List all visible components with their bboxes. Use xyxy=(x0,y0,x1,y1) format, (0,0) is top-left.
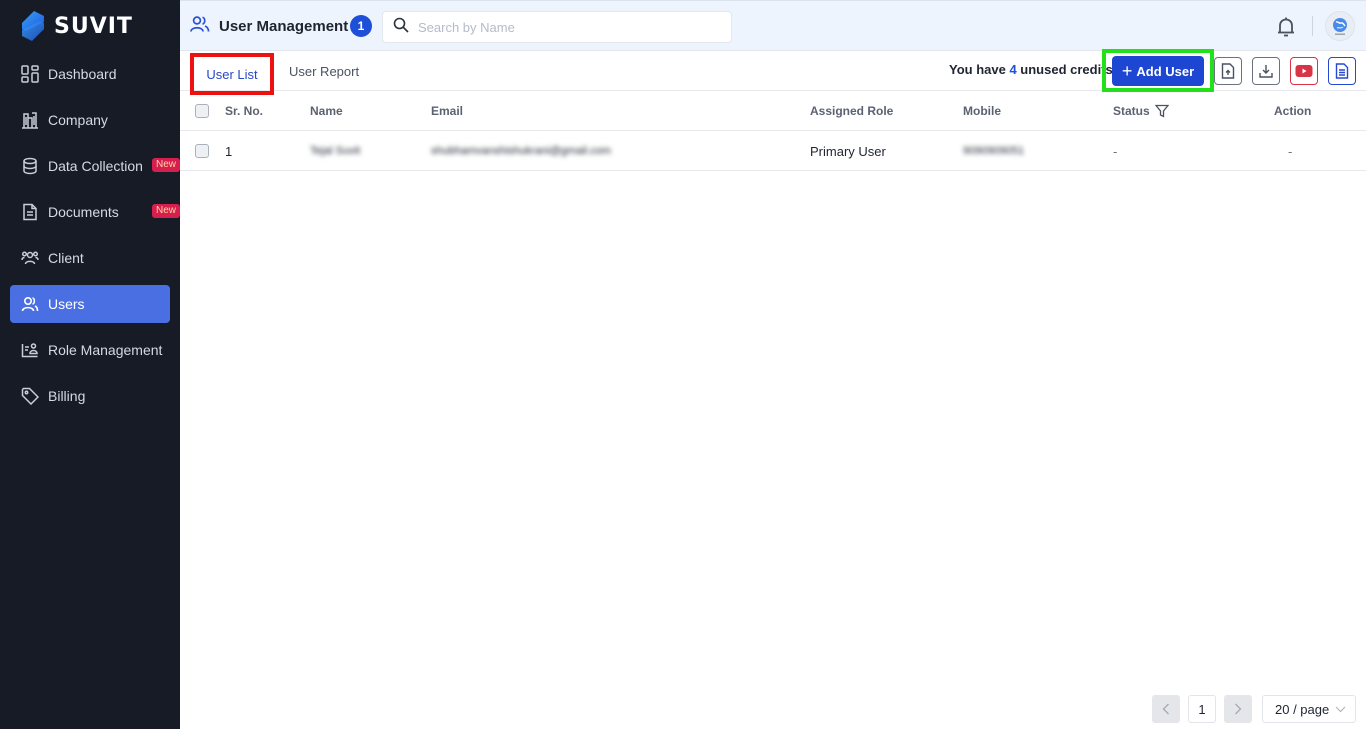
youtube-icon xyxy=(1295,65,1313,77)
upload-file-button[interactable] xyxy=(1214,57,1242,85)
sidebar-item-users[interactable]: Users xyxy=(10,285,170,323)
sidebar-item-dashboard[interactable]: Dashboard xyxy=(10,55,170,93)
download-button[interactable] xyxy=(1252,57,1280,85)
unused-credits-text: You have 4 unused credits xyxy=(949,62,1113,77)
cell-email: shubhamvanshishukrani@gmail.com xyxy=(431,145,611,157)
pagination-page-1[interactable]: 1 xyxy=(1188,695,1216,723)
sidebar-item-label: Documents xyxy=(48,204,119,220)
documentation-button[interactable] xyxy=(1328,57,1356,85)
chevron-left-icon xyxy=(1162,703,1169,715)
select-all-checkbox[interactable] xyxy=(195,104,209,118)
sidebar-item-label: Data Collection xyxy=(48,158,143,174)
cell-status: - xyxy=(1113,143,1118,159)
page-title-text: User Management xyxy=(219,18,349,35)
select-all-cell xyxy=(195,91,209,131)
document-icon xyxy=(20,202,40,222)
brand-logo[interactable]: SUVIT xyxy=(20,10,133,42)
sidebar-item-label: Billing xyxy=(48,388,86,404)
sidebar-item-billing[interactable]: Billing xyxy=(10,377,170,415)
globe-logo-icon xyxy=(1333,18,1347,35)
pagination-next-button[interactable] xyxy=(1224,695,1252,723)
sidebar-item-role-management[interactable]: Role Management xyxy=(10,331,170,369)
add-user-label: Add User xyxy=(1136,63,1195,79)
suvit-logo-icon xyxy=(22,11,44,41)
buildings-icon xyxy=(20,110,40,130)
new-badge: New xyxy=(151,204,180,218)
sidebar-item-label: Company xyxy=(48,112,108,128)
users-icon xyxy=(190,15,210,38)
column-header-email: Email xyxy=(431,104,464,118)
credits-prefix: You have xyxy=(949,62,1010,77)
sidebar-item-label: Role Management xyxy=(48,342,163,358)
sidebar-item-client[interactable]: Client xyxy=(10,239,170,277)
sidebar-item-data-collection[interactable]: Data Collection New xyxy=(10,147,180,185)
database-icon xyxy=(20,156,40,176)
search-icon xyxy=(393,17,409,38)
brand-name: SUVIT xyxy=(54,13,133,39)
top-header: User Management 1 xyxy=(180,0,1366,51)
pagination-prev-button[interactable] xyxy=(1152,695,1180,723)
profile-avatar[interactable] xyxy=(1325,11,1355,41)
sidebar-item-label: Dashboard xyxy=(48,66,117,82)
chevron-down-icon xyxy=(1335,706,1346,713)
row-checkbox[interactable] xyxy=(195,144,209,158)
dashboard-grid-icon xyxy=(20,64,40,84)
plus-icon: + xyxy=(1121,61,1133,81)
client-group-icon xyxy=(20,248,40,268)
sidebar-nav: Dashboard Company Data Collection New Do… xyxy=(10,55,180,423)
role-card-icon xyxy=(20,340,40,360)
user-count-badge: 1 xyxy=(350,15,372,37)
tab-user-list[interactable]: User List xyxy=(190,53,274,95)
search-input[interactable] xyxy=(418,19,718,35)
column-header-name: Name xyxy=(310,104,343,118)
chevron-right-icon xyxy=(1235,703,1242,715)
column-header-assigned-role: Assigned Role xyxy=(810,104,894,118)
table-row: 1 Tejal Suvit shubhamvanshishukrani@gmai… xyxy=(180,131,1366,171)
upload-file-icon xyxy=(1221,63,1235,79)
column-header-status: Status xyxy=(1113,91,1169,131)
column-header-mobile: Mobile xyxy=(963,104,1001,118)
table-header: Sr. No. Name Email Assigned Role Mobile … xyxy=(180,91,1366,131)
page-title: User Management xyxy=(190,15,348,38)
notification-bell-icon[interactable] xyxy=(1276,16,1296,43)
page-size-select[interactable]: 20 / page xyxy=(1262,695,1356,723)
header-divider xyxy=(1312,16,1313,36)
youtube-tutorial-button[interactable] xyxy=(1290,57,1318,85)
cell-mobile: 9090909051 xyxy=(963,145,1025,157)
cell-assigned-role: Primary User xyxy=(810,143,886,159)
filter-icon[interactable] xyxy=(1154,104,1169,118)
sidebar-item-documents[interactable]: Documents New xyxy=(10,193,180,231)
cell-name: Tejal Suvit xyxy=(310,145,361,157)
sidebar: SUVIT Dashboard Company Data Collection … xyxy=(0,0,180,729)
new-badge: New xyxy=(151,158,180,172)
document-list-icon xyxy=(1335,63,1349,79)
download-icon xyxy=(1259,65,1273,78)
cell-action: - xyxy=(1288,143,1293,159)
column-header-sr-no: Sr. No. xyxy=(225,104,264,118)
sidebar-item-company[interactable]: Company xyxy=(10,101,170,139)
row-select-cell xyxy=(195,131,209,171)
sidebar-item-label: Client xyxy=(48,250,84,266)
users-table: Sr. No. Name Email Assigned Role Mobile … xyxy=(180,91,1366,171)
add-user-button[interactable]: + Add User xyxy=(1112,56,1204,86)
tag-icon xyxy=(20,386,40,406)
column-header-status-label: Status xyxy=(1113,104,1150,118)
column-header-action: Action xyxy=(1274,104,1312,118)
page-size-value: 20 / page xyxy=(1275,701,1330,717)
users-icon xyxy=(20,294,40,314)
search-box xyxy=(382,11,732,43)
credits-suffix: unused credits xyxy=(1016,62,1113,77)
tabs-toolbar-row: User List User Report You have 4 unused … xyxy=(180,49,1366,95)
cell-sr-no: 1 xyxy=(225,143,233,159)
tab-user-report[interactable]: User Report xyxy=(289,51,359,91)
sidebar-item-label: Users xyxy=(48,296,85,312)
credits-count: 4 xyxy=(1009,62,1017,77)
